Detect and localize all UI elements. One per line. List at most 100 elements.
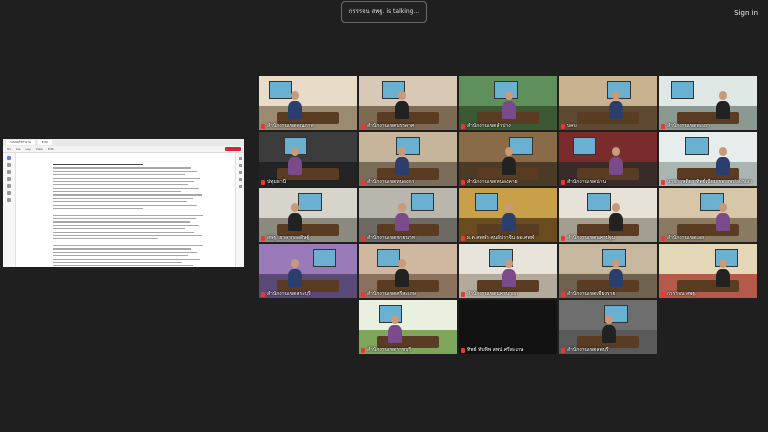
mic-muted-icon — [661, 179, 665, 185]
participant-name: ปทุมธานี — [261, 179, 286, 185]
participant-tile[interactable]: สำนักงานเขตบรรดาศ — [359, 76, 457, 130]
participant-tile[interactable]: สำนักงานเขตศรีสะเกษ — [359, 244, 457, 298]
mic-muted-icon — [261, 291, 265, 297]
mic-muted-icon — [661, 123, 665, 129]
participant-name-label: สำนักงานเขตน่าน — [567, 179, 606, 185]
participant-name-label: สำนักงานเขตนครปฐม — [567, 235, 616, 241]
mic-muted-icon — [561, 347, 565, 353]
participant-name-label: สำนักงานเขตหนองคาย — [467, 179, 518, 185]
participant-name-label: สำนักงานเขตคุณภาพ — [267, 123, 314, 129]
participant-name-label: สำนักงานเขตลพบุรี — [567, 347, 609, 353]
participant-video — [259, 132, 357, 186]
participant-video — [559, 244, 657, 298]
participant-video — [559, 188, 657, 242]
participant-tile[interactable]: สำนักงานเขตชายนาท — [359, 188, 457, 242]
mic-muted-icon — [361, 291, 365, 297]
mic-muted-icon — [661, 291, 665, 297]
mic-muted-icon — [461, 347, 465, 353]
participant-video — [659, 76, 757, 130]
participant-tile[interactable]: ปทุมธานี — [259, 132, 357, 186]
participant-name: บคบ — [561, 123, 577, 129]
mic-muted-icon — [361, 123, 365, 129]
participant-video — [359, 76, 457, 130]
participant-video — [459, 188, 557, 242]
participant-video — [559, 132, 657, 186]
participant-tile[interactable]: นายกฤษติยา ทิพย์เนียม ผอ.สพป.สงขลา — [659, 132, 757, 186]
participant-name: สำนักงานเขตหนองคาย — [461, 179, 518, 185]
participant-video — [459, 300, 557, 354]
participant-name: สำนักงานเขตสระบุรี — [261, 291, 311, 297]
participant-name-label: สำนักงานเขตลำปาง — [467, 123, 511, 129]
sign-in-link[interactable]: Sign in — [734, 9, 758, 17]
mic-muted-icon — [361, 179, 365, 185]
participant-name-label: สำนักงานเขตเลย — [667, 235, 705, 241]
participant-name-label: สำนักงานเขตพะเยา — [667, 123, 710, 129]
active-speaker-indicator: กรรรจน สพฐ. is talking... — [341, 1, 427, 23]
shared-tab: Edit — [38, 140, 52, 145]
participant-name-label: สำนักงานเขตหนองกา — [367, 179, 415, 185]
participant-video — [359, 300, 457, 354]
participant-tile[interactable]: สำนักงานเขตเชียงราย — [559, 244, 657, 298]
participant-name-label: สำนักงานเขตราชบุรี — [367, 347, 412, 353]
participant-video — [259, 188, 357, 242]
participant-name-label: ผ.ต.ศพฬร ศุนย์ปราจีน ผอ.ศพฬ — [467, 235, 535, 241]
participant-tile[interactable]: สำนักงานเขตนครนายก — [459, 244, 557, 298]
participant-name-label: สำนักงานเขตนครนายก — [467, 291, 518, 297]
mic-muted-icon — [261, 179, 265, 185]
mic-muted-icon — [561, 235, 565, 241]
participant-name-label: สพฐ. ยาลากอลดิษฐ์ — [267, 235, 310, 241]
participant-tile[interactable]: ผ.ต.ศพฬร ศุนย์ปราจีน ผอ.ศพฬ — [459, 188, 557, 242]
participant-name: สำนักงานเขตนครปฐม — [561, 235, 615, 241]
participant-tile[interactable]: ทิพย์ ทับทิพ สพป.ศรีสะเกษ — [459, 300, 557, 354]
participant-name-label: สำนักงานเขตชายนาท — [367, 235, 415, 241]
participant-name: ทิพย์ ทับทิพ สพป.ศรีสะเกษ — [461, 347, 524, 353]
participant-name: สำนักงานเขตศรีสะเกษ — [361, 291, 416, 297]
participant-name: ผ.ต.ศพฬร ศุนย์ปราจีน ผอ.ศพฬ — [461, 235, 534, 241]
participant-tile[interactable]: บคบ — [559, 76, 657, 130]
participant-video — [259, 76, 357, 130]
mic-muted-icon — [361, 347, 365, 353]
participant-tile[interactable]: สำนักงานเขตนครปฐม — [559, 188, 657, 242]
participant-name-label: สำนักงานเขตสระบุรี — [267, 291, 311, 297]
participant-name: สำนักงานเขตหนองกา — [361, 179, 414, 185]
participant-video — [559, 76, 657, 130]
ribbon-item: Ho — [7, 147, 12, 151]
participant-name-label: ปทุมธานี — [267, 179, 287, 185]
participant-tile[interactable]: กรรรจน สพฐ. — [659, 244, 757, 298]
participant-tile[interactable]: สำนักงานเขตสระบุรี — [259, 244, 357, 298]
ribbon-item: Lay — [25, 147, 31, 151]
participant-name: สำนักงานเขตนครนายก — [461, 291, 518, 297]
participant-tile[interactable]: สำนักงานเขตคุณภาพ — [259, 76, 357, 130]
participant-name-label: สำนักงานเขตเชียงราย — [567, 291, 616, 297]
participant-tile[interactable]: สำนักงานเขตลพบุรี — [559, 300, 657, 354]
participant-tile[interactable]: สำนักงานเขตราชบุรี — [359, 300, 457, 354]
participant-tile[interactable]: สำนักงานเขตน่าน — [559, 132, 657, 186]
participant-video — [359, 132, 457, 186]
participant-name: สำนักงานเขตน่าน — [561, 179, 606, 185]
participant-tile[interactable]: สพฐ. ยาลากอลดิษฐ์ — [259, 188, 357, 242]
shared-ribbon: Ho Ins Lay View Edit — [3, 146, 244, 153]
ribbon-item: Edit — [47, 147, 54, 151]
participant-name: สำนักงานเขตพะเยา — [661, 123, 710, 129]
participant-tile[interactable]: สำนักงานเขตลำปาง — [459, 76, 557, 130]
participant-video — [659, 244, 757, 298]
shared-right-toolbar — [235, 153, 244, 267]
participant-tile[interactable]: สำนักงานเขตหนองคาย — [459, 132, 557, 186]
mic-muted-icon — [661, 235, 665, 241]
participant-video — [459, 244, 557, 298]
participant-name-label: ทิพย์ ทับทิพ สพป.ศรีสะเกษ — [467, 347, 524, 353]
participant-name-label: นายกฤษติยา ทิพย์เนียม ผอ.สพป.สงขลา — [667, 179, 752, 185]
participant-video — [259, 244, 357, 298]
participant-tile[interactable]: สำนักงานเขตเลย — [659, 188, 757, 242]
participant-name: นายกฤษติยา ทิพย์เนียม ผอ.สพป.สงขลา — [661, 179, 752, 185]
participant-video — [559, 300, 657, 354]
participant-tile[interactable]: สำนักงานเขตหนองกา — [359, 132, 457, 186]
participant-name-label: กรรรจน สพฐ. — [667, 291, 697, 297]
participant-name: สำนักงานเขตราชบุรี — [361, 347, 411, 353]
participant-tile[interactable]: สำนักงานเขตพะเยา — [659, 76, 757, 130]
shared-left-toolbar — [3, 153, 16, 267]
mic-muted-icon — [361, 235, 365, 241]
share-button — [225, 147, 241, 151]
participant-name: สำนักงานเขตคุณภาพ — [261, 123, 314, 129]
mic-muted-icon — [261, 123, 265, 129]
